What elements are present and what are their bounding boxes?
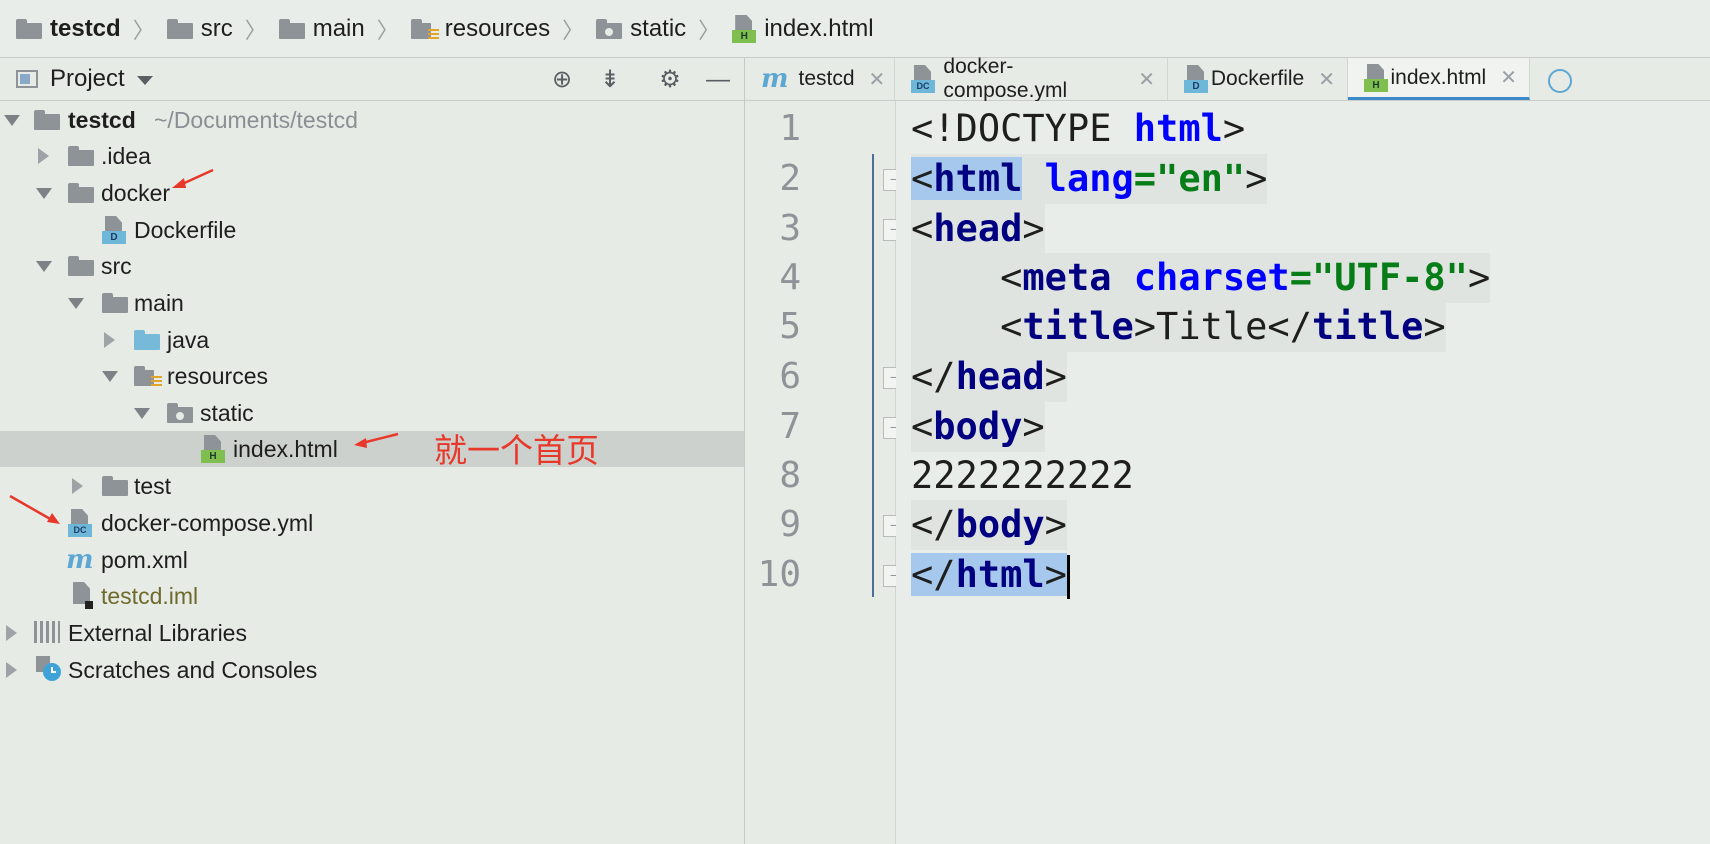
more-tabs-icon[interactable] (1548, 69, 1572, 93)
code-line-8: 2222222222 (911, 454, 1134, 497)
tab-index-html[interactable]: H index.html ✕ (1348, 58, 1530, 100)
libraries-icon (34, 621, 60, 643)
breadcrumb: testcd 〉 src 〉 main 〉 resources 〉 static… (0, 0, 1710, 58)
code-line-4: <meta charset="UTF-8"> (911, 253, 1491, 303)
line-number: 4 (779, 257, 801, 298)
code-line-2: <html lang="en"> (911, 154, 1268, 204)
code-editor[interactable]: <!DOCTYPE html> <html lang="en"> <head> … (896, 101, 1710, 844)
chevron-right-icon: 〉 (132, 17, 155, 43)
close-icon[interactable]: ✕ (1138, 67, 1155, 92)
breadcrumb-item-testcd[interactable]: testcd (16, 15, 121, 43)
line-number: 5 (779, 306, 801, 347)
tab-dockerfile[interactable]: D Dockerfile ✕ (1168, 58, 1348, 100)
resources-folder-icon (410, 18, 439, 41)
line-number: 1 (779, 108, 801, 149)
chevron-right-icon: 〉 (698, 17, 721, 43)
line-number: 10 (757, 554, 801, 595)
tab-label: index.html (1390, 65, 1487, 89)
breadcrumb-label: main (312, 14, 365, 42)
breadcrumb-item-src[interactable]: src (166, 14, 233, 43)
code-line-10: </html> (911, 550, 1070, 600)
close-icon[interactable]: ✕ (1500, 65, 1517, 90)
gutter: 1 2 3 4 5 6 7 8 9 10 − − − − − − (745, 101, 905, 844)
code-line-9: </body> (911, 500, 1067, 550)
line-number: 6 (779, 356, 801, 397)
chevron-right-icon: 〉 (244, 17, 267, 43)
dockerfile-icon: D (1184, 65, 1208, 93)
breadcrumb-label: static (630, 14, 687, 42)
line-number: 9 (779, 504, 801, 545)
tree-item-external-libraries[interactable]: External Libraries (0, 615, 744, 651)
breadcrumb-item-main[interactable]: main (278, 14, 365, 43)
project-folder-icon (16, 18, 42, 39)
line-number: 8 (779, 455, 801, 496)
expand-arrow-icon[interactable] (6, 625, 17, 641)
tab-testcd[interactable]: m testcd ✕ (745, 58, 895, 100)
tab-docker-compose[interactable]: DC docker-compose.yml ✕ (895, 55, 1168, 102)
annotation-arrows (9, 168, 399, 524)
line-number: 3 (779, 208, 801, 249)
code-line-6: </head> (911, 352, 1067, 402)
static-folder-icon (596, 18, 623, 39)
folder-icon (166, 18, 193, 39)
editor: m testcd ✕ DC docker-compose.yml ✕ D Doc… (745, 55, 1710, 844)
tab-label: docker-compose.yml (943, 55, 1068, 102)
breadcrumb-label: resources (444, 14, 551, 42)
folder-icon (278, 18, 305, 39)
chevron-right-icon: 〉 (562, 17, 585, 43)
tree-item-label: External Libraries (68, 619, 247, 646)
breadcrumb-item-static[interactable]: static (596, 15, 686, 43)
code-line-7: <body> (911, 402, 1045, 452)
breadcrumb-item-resources[interactable]: resources (410, 14, 551, 43)
tree-item-scratches[interactable]: Scratches and Consoles (0, 652, 744, 688)
scope-indicator (872, 154, 874, 597)
html-file-icon: H (1364, 63, 1388, 92)
tree-item-label: testcd.iml (101, 582, 199, 609)
html-file-icon: H (732, 14, 757, 43)
tab-label: Dockerfile (1210, 67, 1305, 90)
maven-icon: m (761, 64, 789, 94)
code-line-5: <title>Title</title> (911, 302, 1446, 352)
scratches-icon (36, 656, 62, 682)
close-icon[interactable]: ✕ (869, 67, 886, 92)
annotation-text: 就一个首页 (434, 431, 599, 470)
expand-arrow-icon[interactable] (6, 662, 17, 678)
close-icon[interactable]: ✕ (1318, 67, 1335, 92)
tree-item-testcd-iml[interactable]: testcd.iml (0, 578, 744, 614)
chevron-right-icon: 〉 (376, 17, 399, 43)
breadcrumb-label: index.html (764, 14, 874, 42)
tab-label: testcd (798, 67, 855, 90)
project-panel: Project ⊕ ⇟ ⚙ — testcd ~/Documents/testc… (0, 58, 745, 844)
code-line-1: <!DOCTYPE html> (911, 107, 1246, 150)
docker-compose-icon: DC (911, 65, 935, 93)
breadcrumb-label: src (200, 14, 233, 42)
tree-item-label: Scratches and Consoles (68, 656, 318, 683)
editor-tabs: m testcd ✕ DC docker-compose.yml ✕ D Doc… (745, 55, 1710, 102)
text-caret (1066, 554, 1070, 599)
iml-file-icon (70, 582, 94, 610)
line-number: 7 (779, 406, 801, 447)
line-number: 2 (779, 158, 801, 199)
breadcrumb-label: testcd (50, 14, 121, 42)
breadcrumb-item-index-html[interactable]: H index.html (732, 14, 874, 43)
code-line-3: <head> (911, 204, 1045, 254)
